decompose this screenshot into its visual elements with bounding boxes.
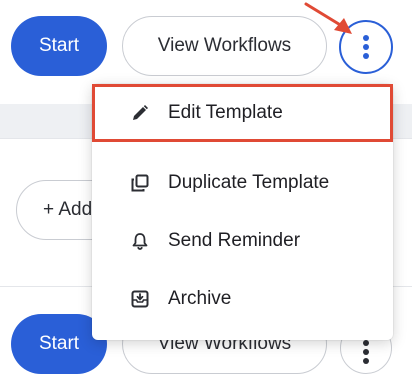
menu-item-label: Send Reminder bbox=[168, 230, 301, 251]
menu-item-archive[interactable]: Archive bbox=[92, 270, 393, 328]
menu-item-label: Duplicate Template bbox=[168, 172, 330, 193]
menu-item-label: Archive bbox=[168, 288, 232, 309]
menu-item-label: Edit Template bbox=[168, 102, 283, 123]
more-vertical-icon bbox=[363, 35, 369, 59]
annotation-arrow-icon bbox=[304, 2, 352, 34]
view-workflows-button[interactable]: View Workflows bbox=[122, 16, 327, 76]
duplicate-icon bbox=[130, 173, 150, 193]
bell-icon bbox=[130, 231, 150, 251]
menu-item-send-reminder[interactable]: Send Reminder bbox=[92, 212, 393, 270]
menu-item-duplicate-template[interactable]: Duplicate Template bbox=[92, 154, 393, 212]
pencil-icon bbox=[130, 103, 150, 123]
more-vertical-icon bbox=[363, 340, 369, 364]
add-button-label: + Add bbox=[43, 199, 93, 220]
start-button[interactable]: Start bbox=[11, 16, 107, 76]
more-options-menu: Edit Template Duplicate Template Send Re… bbox=[92, 84, 393, 340]
menu-item-edit-template[interactable]: Edit Template bbox=[92, 84, 393, 142]
archive-icon bbox=[130, 289, 150, 309]
